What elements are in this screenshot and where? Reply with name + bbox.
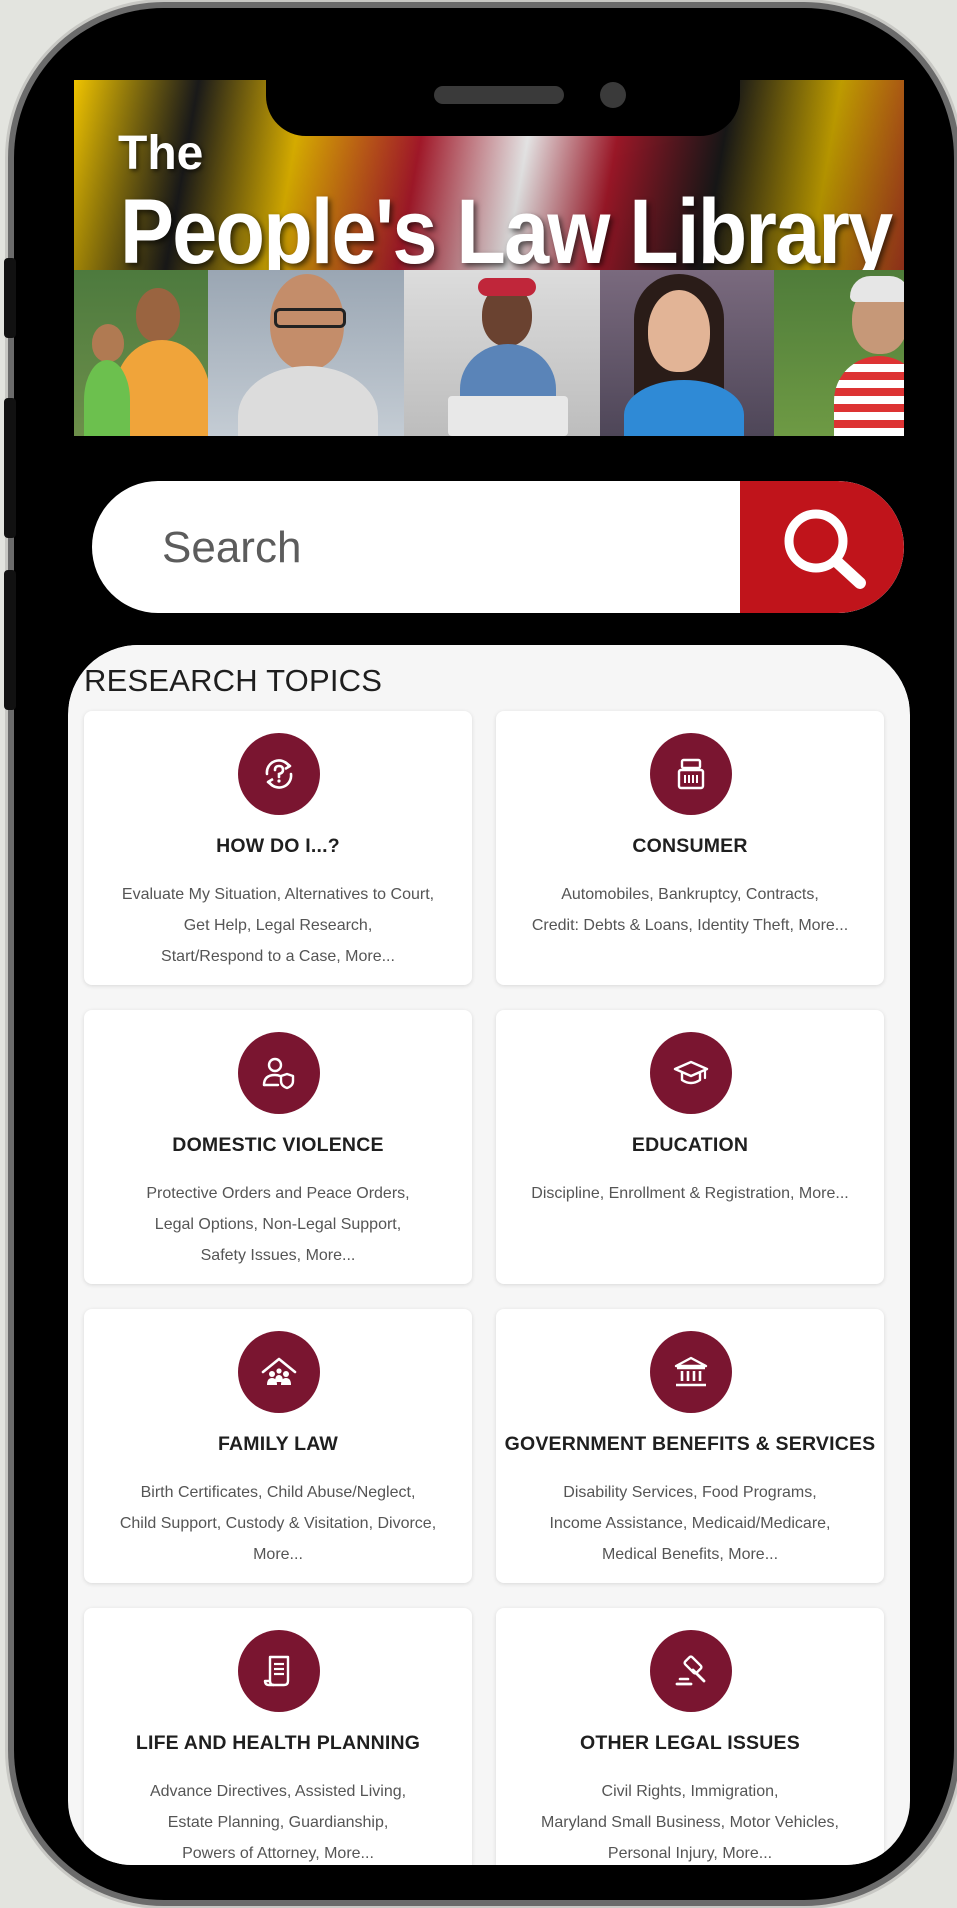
phone-side-button-mute [4,258,16,338]
tile-title: GOVERNMENT BENEFITS & SERVICES [504,1433,876,1455]
tile-description: Civil Rights, Immigration, Maryland Smal… [510,1776,870,1865]
tile-title: LIFE AND HEALTH PLANNING [135,1732,421,1754]
phone-notch [266,48,740,136]
topic-tile-consumer[interactable]: CONSUMER Automobiles, Bankruptcy, Contra… [496,711,884,985]
tile-description-line: Income Assistance, Medicaid/Medicare, [549,1515,831,1532]
tile-description-line: Birth Certificates, Child Abuse/Neglect, [140,1484,416,1501]
graduation-cap-icon [673,1060,709,1085]
search-icon [784,509,866,589]
banner-title-the: The [118,127,204,180]
photo-man-glasses [208,270,404,436]
tile-icon-badge [650,1630,732,1712]
tile-description: Discipline, Enrollment & Registration, M… [510,1178,870,1209]
tile-icon-badge [650,1032,732,1114]
topic-tile-how-do-i[interactable]: HOW DO I...? Evaluate My Situation, Alte… [84,711,472,985]
tile-title: EDUCATION [631,1134,749,1156]
photo-father-child [74,270,208,436]
topic-tile-domestic-violence[interactable]: DOMESTIC VIOLENCE Protective Orders and … [84,1010,472,1284]
topic-tile-government-benefits[interactable]: GOVERNMENT BENEFITS & SERVICES Disabilit… [496,1309,884,1583]
tile-icon-badge [650,733,732,815]
tile-description: Disability Services, Food Programs, Inco… [510,1477,870,1570]
speaker-grille [434,86,564,104]
tile-icon-badge [238,1331,320,1413]
tile-description-line: Maryland Small Business, Motor Vehicles, [541,1814,839,1831]
phone-side-button-volume-up [4,398,16,538]
phone-side-button-volume-down [4,570,16,710]
topic-tile-family-law[interactable]: FAMILY LAW Birth Certificates, Child Abu… [84,1309,472,1583]
tile-title: OTHER LEGAL ISSUES [580,1732,800,1754]
tile-description-line: More... [253,1546,303,1563]
tile-icon-badge [238,1032,320,1114]
tile-description: Evaluate My Situation, Alternatives to C… [98,879,458,972]
tile-description-line: Medical Benefits, More... [601,1546,779,1563]
tile-title: FAMILY LAW [217,1433,339,1455]
photo-older-woman [774,270,904,436]
tile-description: Automobiles, Bankruptcy, Contracts, Cred… [510,879,870,941]
photo-woman-laptop [404,270,600,436]
tile-description-line: Powers of Attorney, More... [182,1845,374,1862]
search-input[interactable] [160,509,724,587]
tile-description-line: Child Support, Custody & Visitation, Div… [119,1515,437,1532]
tile-description-line: Get Help, Legal Research, [183,917,373,934]
topic-tile-other-legal-issues[interactable]: OTHER LEGAL ISSUES Civil Rights, Immigra… [496,1608,884,1865]
topics-panel: RESEARCH TOPICS HOW DO I...? Evaluate My… [68,645,910,1865]
search-bar [92,481,904,613]
document-scroll-icon [263,1655,290,1687]
topic-tile-education[interactable]: EDUCATION Discipline, Enrollment & Regis… [496,1010,884,1284]
tile-icon-badge [238,1630,320,1712]
gavel-icon [675,1655,706,1686]
tile-icon-badge [238,733,320,815]
banner-photo-strip [74,270,904,436]
person-shield-icon [262,1057,295,1090]
tile-description-line: Legal Options, Non-Legal Support, [154,1216,402,1233]
tile-description-line: Start/Respond to a Case, More... [161,948,395,965]
tile-description-line: Civil Rights, Immigration, [601,1783,779,1800]
tile-description-line: Discipline, Enrollment & Registration, M… [531,1185,849,1202]
tile-title: CONSUMER [632,835,748,857]
tile-description: Birth Certificates, Child Abuse/Neglect,… [98,1477,458,1570]
tile-description-line: Safety Issues, More... [200,1247,356,1264]
tile-description-line: Personal Injury, More... [607,1845,773,1862]
topic-tile-life-health-planning[interactable]: LIFE AND HEALTH PLANNING Advance Directi… [84,1608,472,1865]
question-refresh-icon [265,759,293,789]
tile-description: Advance Directives, Assisted Living, Est… [98,1776,458,1865]
tile-description-line: Automobiles, Bankruptcy, Contracts, [561,886,819,903]
tile-title: DOMESTIC VIOLENCE [172,1134,384,1156]
tile-description-line: Credit: Debts & Loans, Identity Theft, M… [531,917,849,934]
tile-description-line: Advance Directives, Assisted Living, [149,1783,407,1800]
front-camera [600,82,626,108]
search-button[interactable] [740,481,904,613]
tile-description-line: Estate Planning, Guardianship, [167,1814,389,1831]
tile-description-line: Evaluate My Situation, Alternatives to C… [121,886,435,903]
cash-register-icon [677,758,705,790]
tile-description-line: Protective Orders and Peace Orders, [146,1185,410,1202]
government-building-icon [674,1356,708,1387]
section-title: RESEARCH TOPICS [84,655,383,703]
tile-description: Protective Orders and Peace Orders, Lega… [98,1178,458,1271]
tile-description-line: Disability Services, Food Programs, [563,1484,817,1501]
tile-title: HOW DO I...? [216,835,340,857]
photo-woman-smiling [600,270,774,436]
family-house-icon [261,1357,297,1385]
tile-icon-badge [650,1331,732,1413]
